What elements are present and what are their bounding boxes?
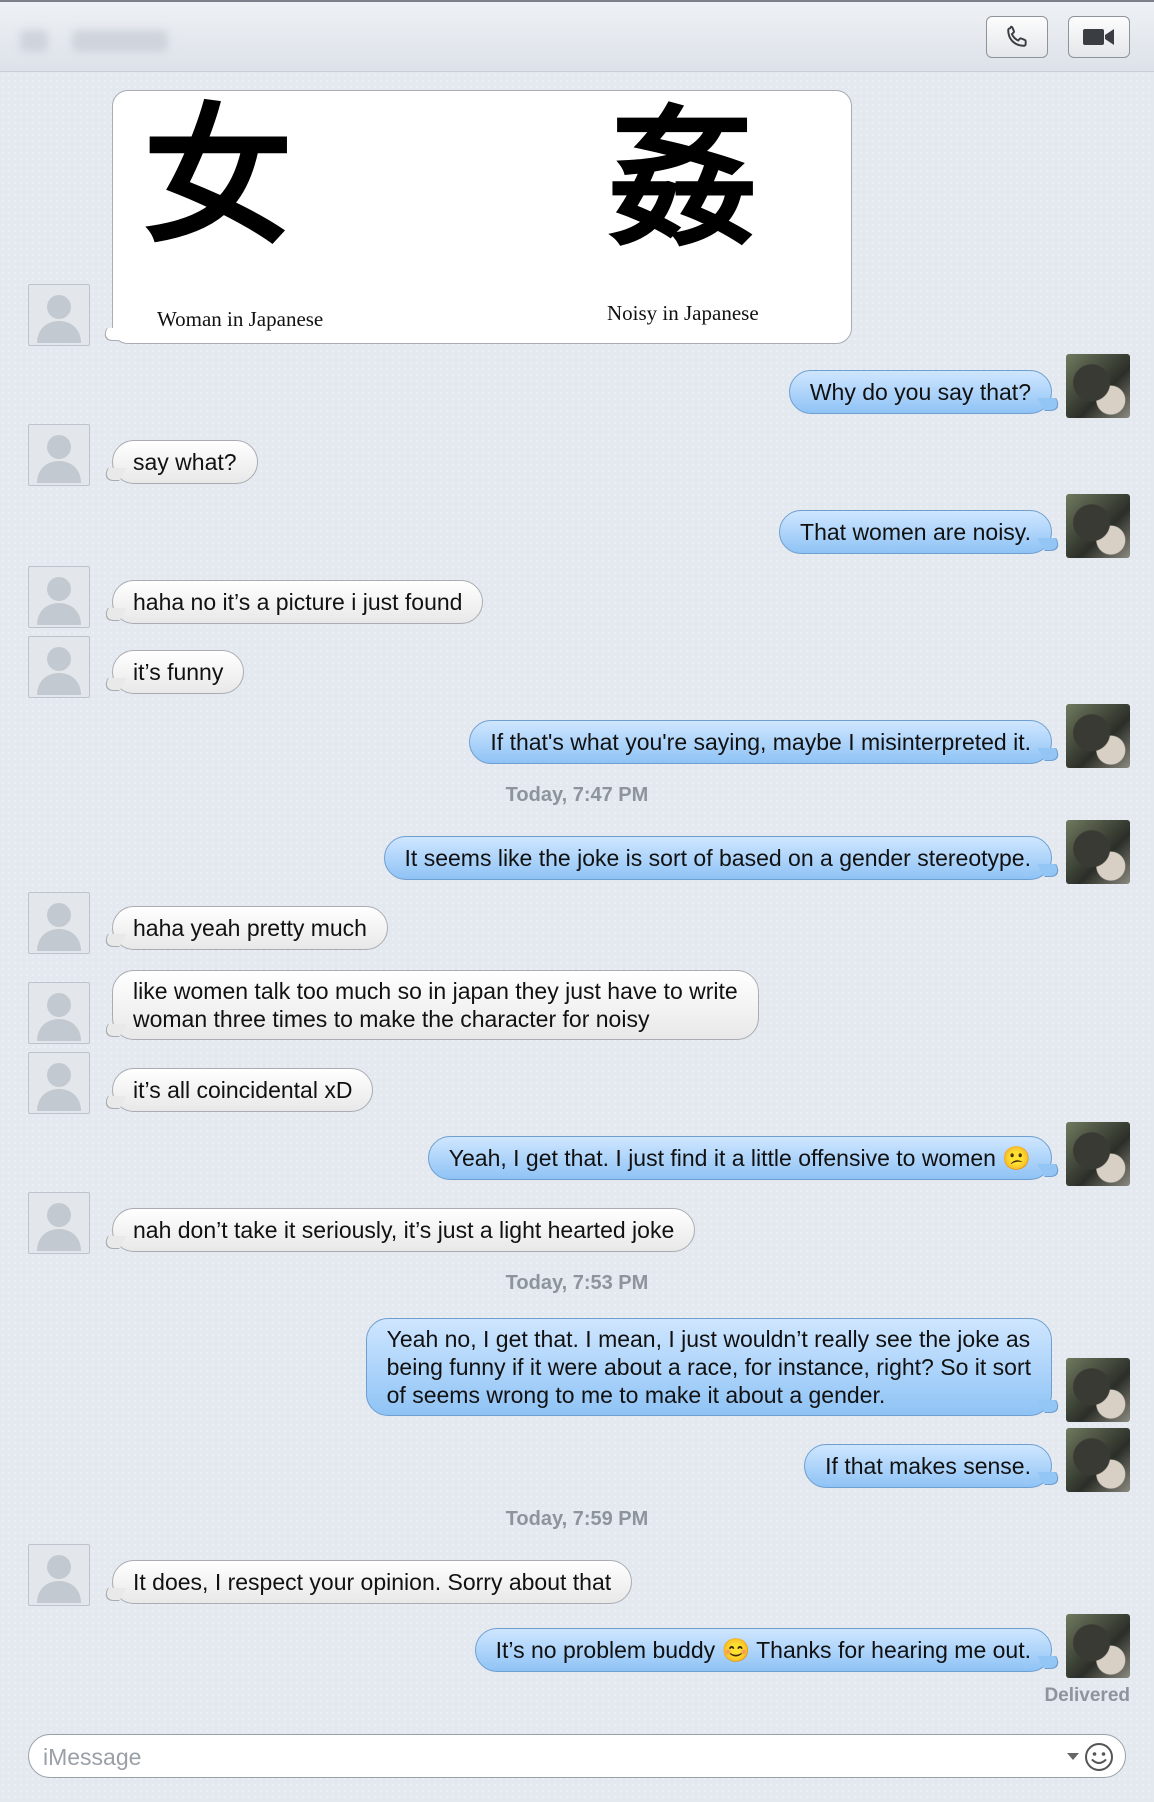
incoming-message[interactable]: nah don’t take it seriously, it’s just a… xyxy=(112,1208,696,1252)
message-text: It’s no problem buddy 😊 Thanks for heari… xyxy=(495,1637,1031,1663)
my-avatar xyxy=(1066,1428,1130,1492)
delivery-status: Delivered xyxy=(1044,1685,1130,1706)
person-placeholder-icon xyxy=(37,1555,81,1603)
contact-avatar xyxy=(28,892,90,954)
message-text: haha no it’s a picture i just found xyxy=(133,589,463,615)
my-avatar xyxy=(1066,1614,1130,1678)
person-placeholder-icon xyxy=(37,577,81,625)
phone-icon xyxy=(1007,25,1027,47)
contact-avatar xyxy=(28,982,90,1044)
message-text: Why do you say that? xyxy=(809,379,1031,405)
timestamp: Today, 7:59 PM xyxy=(505,1508,649,1530)
my-avatar xyxy=(1066,1358,1130,1422)
outgoing-message[interactable]: Why do you say that? xyxy=(788,370,1052,414)
message-text-line: of seems wrong to me to make it about a … xyxy=(386,1382,886,1408)
emoji-smiley-icon xyxy=(1085,1743,1113,1771)
emoji-button[interactable] xyxy=(1083,1741,1115,1778)
message-text: it’s all coincidental xD xyxy=(133,1077,353,1103)
message-text: say what? xyxy=(133,449,237,475)
outgoing-message[interactable]: That women are noisy. xyxy=(779,510,1052,554)
person-placeholder-icon xyxy=(37,903,81,951)
message-text: If that's what you're saying, maybe I mi… xyxy=(490,729,1031,755)
contact-avatar xyxy=(28,424,90,486)
outgoing-message[interactable]: If that makes sense. xyxy=(804,1444,1052,1488)
contact-avatar xyxy=(28,1544,90,1606)
message-text: It seems like the joke is sort of based … xyxy=(404,845,1031,871)
my-avatar xyxy=(1066,1122,1130,1186)
person-placeholder-icon xyxy=(37,1063,81,1111)
incoming-message[interactable]: it’s funny xyxy=(112,650,245,694)
my-avatar xyxy=(1066,354,1130,418)
image-attachment-bubble[interactable]: 女 Woman in Japanese 姦 Noisy in Japanese xyxy=(112,90,852,344)
person-placeholder-icon xyxy=(37,435,81,483)
incoming-message[interactable]: haha yeah pretty much xyxy=(112,906,388,950)
incoming-message[interactable]: say what? xyxy=(112,440,258,484)
kanji-woman: 女 xyxy=(143,89,294,265)
my-avatar xyxy=(1066,494,1130,558)
my-avatar xyxy=(1066,704,1130,768)
person-placeholder-icon xyxy=(37,295,81,343)
message-text: nah don’t take it seriously, it’s just a… xyxy=(133,1217,675,1243)
caption-noisy: Noisy in Japanese xyxy=(607,301,759,325)
caption-woman: Woman in Japanese xyxy=(157,307,324,331)
message-text: it’s funny xyxy=(133,659,224,685)
contact-avatar xyxy=(28,636,90,698)
incoming-message[interactable]: like women talk too much so in japan the… xyxy=(112,970,759,1040)
call-button[interactable] xyxy=(986,16,1048,58)
message-text: haha yeah pretty much xyxy=(133,915,367,941)
contact-avatar xyxy=(28,1192,90,1254)
message-text: That women are noisy. xyxy=(800,519,1031,545)
contact-name-blurred xyxy=(72,30,168,52)
person-placeholder-icon xyxy=(37,1203,81,1251)
message-input[interactable] xyxy=(41,1741,1045,1773)
timestamp: Today, 7:53 PM xyxy=(505,1272,649,1294)
message-text-line: woman three times to make the character … xyxy=(133,1006,650,1032)
back-control-blurred xyxy=(20,30,48,52)
incoming-message[interactable]: haha no it’s a picture i just found xyxy=(112,580,484,624)
my-avatar xyxy=(1066,820,1130,884)
outgoing-message[interactable]: It seems like the joke is sort of based … xyxy=(383,836,1052,880)
outgoing-message[interactable]: Yeah no, I get that. I mean, I just woul… xyxy=(365,1318,1052,1416)
contact-avatar xyxy=(28,566,90,628)
message-text: It does, I respect your opinion. Sorry a… xyxy=(133,1569,612,1595)
timestamp: Today, 7:47 PM xyxy=(505,784,649,806)
contact-avatar xyxy=(28,284,90,346)
kanji-noisy: 姦 xyxy=(607,91,758,267)
person-placeholder-icon xyxy=(37,647,81,695)
incoming-message[interactable]: it’s all coincidental xD xyxy=(112,1068,374,1112)
message-text: Yeah, I get that. I just find it a littl… xyxy=(448,1145,1031,1171)
contact-avatar xyxy=(28,1052,90,1114)
message-text-line: like women talk too much so in japan the… xyxy=(133,978,738,1004)
message-text-line: Yeah no, I get that. I mean, I just woul… xyxy=(386,1326,1031,1352)
message-text-line: being funny if it were about a race, for… xyxy=(386,1354,1031,1380)
chevron-down-icon[interactable] xyxy=(1067,1753,1079,1760)
incoming-message[interactable]: It does, I respect your opinion. Sorry a… xyxy=(112,1560,633,1604)
video-call-button[interactable] xyxy=(1068,16,1130,58)
person-placeholder-icon xyxy=(37,993,81,1041)
outgoing-message[interactable]: Yeah, I get that. I just find it a littl… xyxy=(427,1136,1052,1180)
outgoing-message[interactable]: If that's what you're saying, maybe I mi… xyxy=(469,720,1052,764)
video-camera-icon xyxy=(1083,29,1114,45)
message-text: If that makes sense. xyxy=(825,1453,1031,1479)
conversation-header xyxy=(0,0,1154,72)
outgoing-message[interactable]: It’s no problem buddy 😊 Thanks for heari… xyxy=(474,1628,1052,1672)
message-input-bar xyxy=(28,1734,1126,1778)
